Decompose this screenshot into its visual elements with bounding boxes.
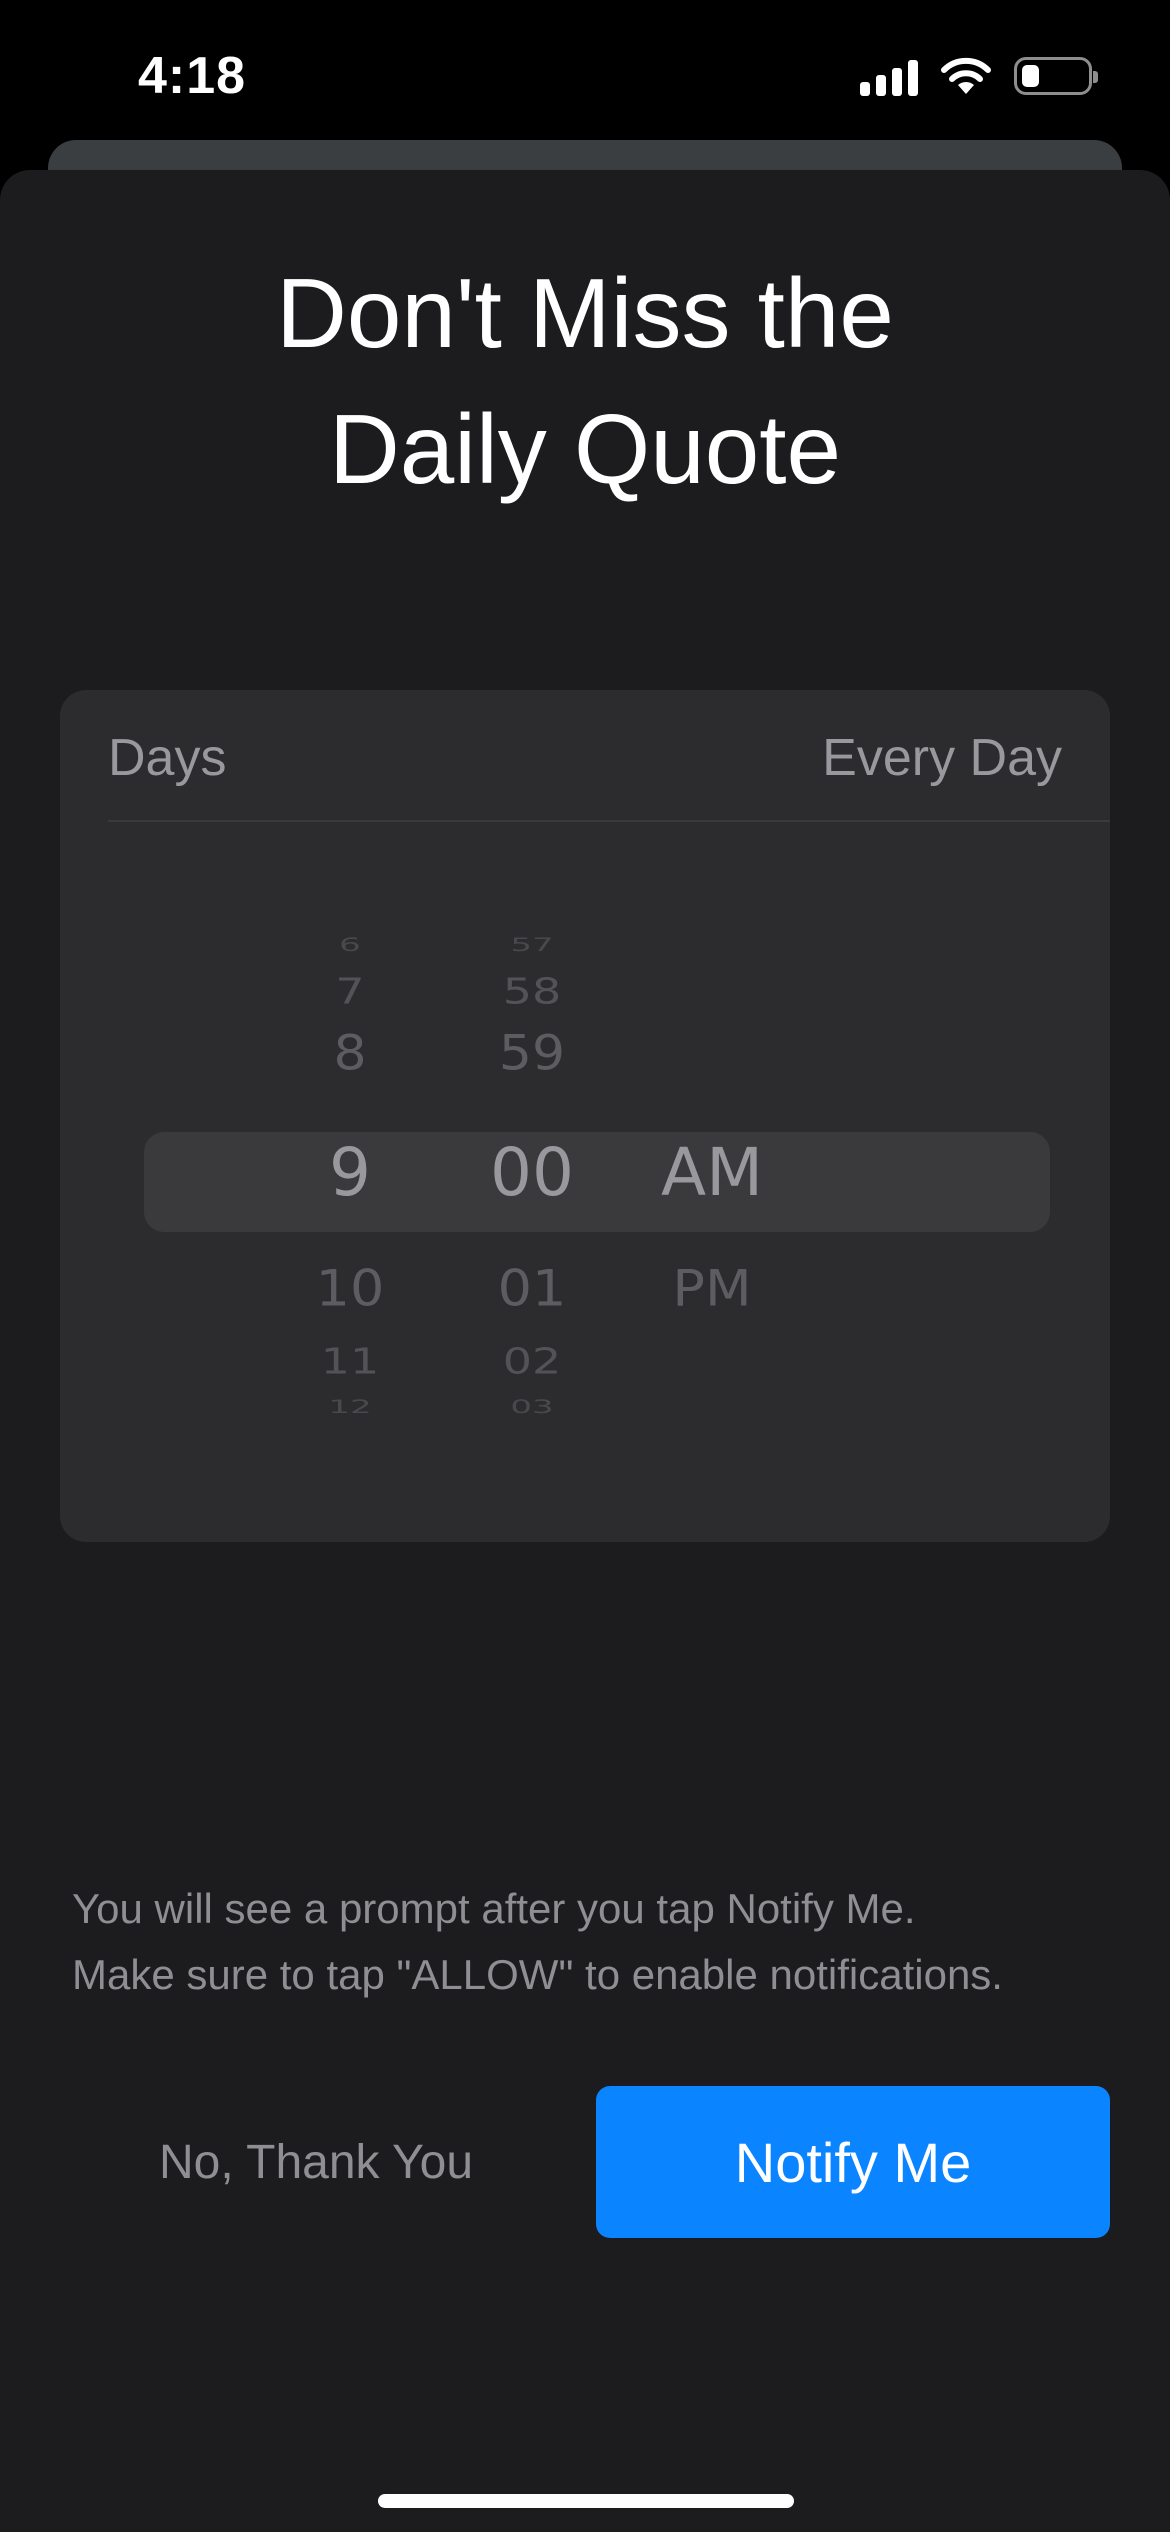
period-wheel[interactable]: AM PM <box>612 690 812 1542</box>
screen: 4:18 Don't Miss the Daily Quote Days Eve… <box>0 0 1170 2532</box>
wifi-icon <box>941 57 991 94</box>
title-line-2: Daily Quote <box>328 394 841 504</box>
battery-icon <box>1014 57 1098 95</box>
minute-wheel[interactable]: 57 58 59 00 01 02 03 <box>432 690 632 1542</box>
minute-option[interactable]: 59 <box>432 1021 632 1087</box>
period-option[interactable]: AM <box>612 1130 812 1216</box>
cellular-signal-icon <box>860 56 918 96</box>
hour-option[interactable]: 10 <box>250 1255 450 1323</box>
minute-option[interactable]: 02 <box>432 1335 632 1386</box>
minute-option[interactable]: 58 <box>432 965 632 1016</box>
days-label: Days <box>108 729 227 787</box>
status-time: 4:18 <box>138 47 247 105</box>
hour-option[interactable]: 7 <box>250 965 450 1016</box>
schedule-card: Days Every Day 6 7 8 9 10 11 12 57 58 59 00 01 02 03… <box>60 690 1110 1542</box>
period-option[interactable]: PM <box>612 1255 812 1323</box>
minute-option[interactable]: 57 <box>432 930 632 960</box>
days-value: Every Day <box>822 729 1062 787</box>
note-line-1: You will see a prompt after you tap Noti… <box>72 1885 916 1932</box>
minute-option[interactable]: 03 <box>432 1392 632 1422</box>
notify-me-button[interactable]: Notify Me <box>596 2086 1110 2238</box>
hour-option[interactable]: 6 <box>250 930 450 960</box>
minute-option[interactable]: 01 <box>432 1255 632 1323</box>
permission-note: You will see a prompt after you tap Noti… <box>72 1876 1112 2008</box>
hour-option[interactable]: 8 <box>250 1021 450 1087</box>
note-line-2: Make sure to tap "ALLOW" to enable notif… <box>72 1951 1003 1998</box>
home-indicator[interactable] <box>378 2494 794 2508</box>
hour-option[interactable]: 12 <box>250 1392 450 1422</box>
no-thank-you-button[interactable]: No, Thank You <box>72 2086 560 2238</box>
minute-option[interactable]: 00 <box>432 1130 632 1216</box>
sheet-title: Don't Miss the Daily Quote <box>0 245 1170 517</box>
hour-wheel[interactable]: 6 7 8 9 10 11 12 <box>250 690 450 1542</box>
hour-option[interactable]: 9 <box>250 1130 450 1216</box>
title-line-1: Don't Miss the <box>276 258 894 368</box>
hour-option[interactable]: 11 <box>250 1335 450 1386</box>
status-icons <box>860 56 1098 96</box>
battery-fill <box>1022 65 1039 87</box>
